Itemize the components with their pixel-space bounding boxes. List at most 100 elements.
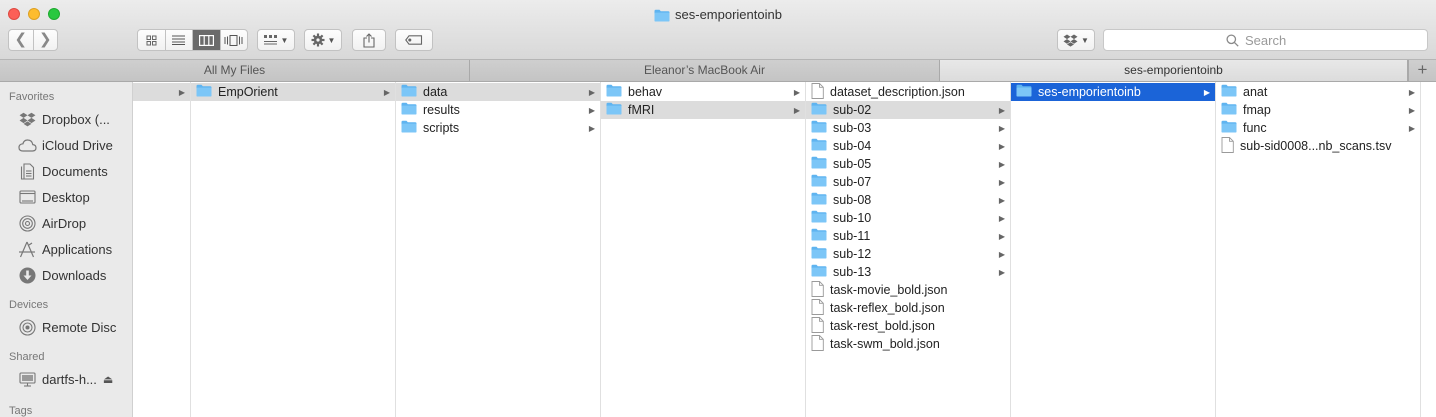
share-button[interactable]	[352, 29, 386, 51]
browser-column-1: ▶	[133, 82, 191, 417]
folder-row[interactable]: sub-08 ▶	[806, 191, 1010, 209]
cover-flow-view-button[interactable]	[219, 30, 248, 50]
folder-row[interactable]: fMRI ▶	[601, 101, 805, 119]
folder-row[interactable]: sub-13 ▶	[806, 263, 1010, 281]
computer-icon	[18, 371, 36, 387]
file-row[interactable]: task-reflex_bold.json	[806, 298, 1010, 317]
disclosure-arrow-icon: ▶	[998, 249, 1006, 259]
folder-icon	[811, 138, 827, 154]
arrange-menu-button[interactable]: ▼	[257, 29, 295, 51]
dropbox-menu-button[interactable]: ▼	[1057, 29, 1095, 51]
sidebar-item-remote-disc[interactable]: Remote Disc	[0, 314, 132, 340]
sidebar-item-icloud-drive[interactable]: iCloud Drive	[0, 132, 132, 158]
document-icon	[811, 316, 824, 336]
disclosure-arrow-icon: ▶	[998, 159, 1006, 169]
folder-row[interactable]: sub-07 ▶	[806, 173, 1010, 191]
applications-icon	[19, 241, 35, 257]
item-name: fMRI	[628, 103, 655, 117]
sidebar-item-label: dartfs-h...	[42, 371, 97, 387]
search-input[interactable]	[1245, 32, 1305, 48]
folder-row[interactable]: EmpOrient ▶	[191, 83, 395, 101]
sidebar-section-devices: Devices	[9, 299, 49, 311]
folder-row[interactable]: results ▶	[396, 101, 600, 119]
disc-icon	[18, 318, 36, 336]
file-row[interactable]: task-swm_bold.json	[806, 334, 1010, 353]
icon-view-button[interactable]	[138, 30, 165, 50]
sidebar-item-documents[interactable]: Documents	[0, 158, 132, 184]
column-view-button[interactable]	[192, 30, 220, 50]
edit-tags-button[interactable]	[395, 29, 433, 51]
item-name: task-rest_bold.json	[830, 319, 935, 333]
back-forward-group: ❮ ❯	[8, 29, 58, 51]
folder-row[interactable]: anat ▶	[1216, 83, 1420, 101]
action-menu-button[interactable]: ▼	[304, 29, 342, 51]
disclosure-arrow-icon: ▶	[793, 105, 801, 115]
disclosure-arrow-icon: ▶	[588, 105, 596, 115]
item-name: sub-11	[833, 229, 871, 243]
sidebar-item-dartfs[interactable]: dartfs-h... ⏏	[0, 366, 132, 392]
file-row[interactable]: sub-sid0008...nb_scans.tsv	[1216, 136, 1420, 156]
folder-row[interactable]: sub-12 ▶	[806, 245, 1010, 263]
cover-flow-icon	[224, 34, 243, 46]
sidebar-item-label: AirDrop	[42, 215, 87, 231]
tab-macbook-air[interactable]: Eleanor’s MacBook Air	[470, 60, 940, 81]
sidebar-item-airdrop[interactable]: AirDrop	[0, 210, 132, 236]
disclosure-arrow-icon: ▶	[1408, 123, 1416, 133]
sidebar-item-applications[interactable]: Applications	[0, 236, 132, 262]
item-name: sub-07	[833, 175, 872, 189]
item-name: results	[423, 103, 460, 117]
disclosure-arrow-icon: ▶	[998, 141, 1006, 151]
item-name: dataset_description.json	[830, 85, 965, 99]
list-view-button[interactable]	[164, 30, 193, 50]
folder-row[interactable]: sub-11 ▶	[806, 227, 1010, 245]
folder-row[interactable]: func ▶	[1216, 119, 1420, 137]
sidebar-item-desktop[interactable]: Desktop	[0, 184, 132, 210]
folder-row[interactable]: sub-04 ▶	[806, 137, 1010, 155]
folder-row[interactable]: sub-03 ▶	[806, 119, 1010, 137]
browser-column-2: EmpOrient ▶	[191, 82, 396, 417]
folder-row[interactable]: fmap ▶	[1216, 101, 1420, 119]
folder-row[interactable]: ses-emporientoinb ▶	[1011, 83, 1215, 101]
disclosure-arrow-icon: ▶	[998, 213, 1006, 223]
back-button[interactable]: ❮	[9, 30, 33, 50]
folder-icon	[1221, 84, 1237, 100]
item-name: sub-02	[833, 103, 872, 117]
folder-row[interactable]: data ▶	[396, 83, 600, 101]
browser-column-7: anat ▶ fmap ▶ func ▶ sub-sid0008...nb_scans.ts…	[1216, 82, 1421, 417]
browser-column-3: data ▶ results ▶ scripts ▶	[396, 82, 601, 417]
item-name: sub-03	[833, 121, 872, 135]
downloads-icon	[19, 267, 35, 283]
document-icon	[811, 280, 824, 300]
folder-row[interactable]: ▶	[133, 83, 190, 101]
folder-icon	[606, 84, 622, 100]
folder-row[interactable]: sub-02 ▶	[806, 101, 1010, 119]
folder-row[interactable]: sub-05 ▶	[806, 155, 1010, 173]
item-name: sub-10	[833, 211, 872, 225]
file-row[interactable]: task-rest_bold.json	[806, 316, 1010, 336]
airdrop-icon	[18, 214, 36, 232]
forward-button[interactable]: ❯	[32, 30, 58, 50]
sidebar-item-downloads[interactable]: Downloads	[0, 262, 132, 288]
dropbox-icon	[1063, 34, 1078, 47]
icon-grid-icon	[146, 35, 157, 45]
folder-row[interactable]: sub-10 ▶	[806, 209, 1010, 227]
sidebar-section-tags: Tags	[9, 405, 33, 417]
item-name: task-swm_bold.json	[830, 337, 940, 351]
tab-ses-emporientoinb[interactable]: ses-emporientoinb	[940, 60, 1408, 81]
sidebar-item-dropbox[interactable]: Dropbox (...	[0, 106, 132, 132]
tab-bar: All My Files Eleanor’s MacBook Air ses-e…	[0, 60, 1436, 82]
eject-icon[interactable]: ⏏	[103, 373, 113, 386]
folder-row[interactable]: scripts ▶	[396, 119, 600, 137]
desktop-icon	[18, 190, 36, 204]
disclosure-arrow-icon: ▶	[588, 87, 596, 97]
sidebar-item-label: Downloads	[42, 267, 107, 283]
disclosure-arrow-icon: ▶	[998, 105, 1006, 115]
file-row[interactable]: task-movie_bold.json	[806, 280, 1010, 300]
document-icon	[1221, 136, 1234, 156]
file-row[interactable]: dataset_description.json	[806, 82, 1010, 101]
sidebar-item-label: Desktop	[42, 189, 90, 205]
folder-row[interactable]: behav ▶	[601, 83, 805, 101]
tab-all-my-files[interactable]: All My Files	[0, 60, 470, 81]
search-field[interactable]	[1103, 29, 1428, 51]
new-tab-button[interactable]: +	[1408, 60, 1436, 81]
